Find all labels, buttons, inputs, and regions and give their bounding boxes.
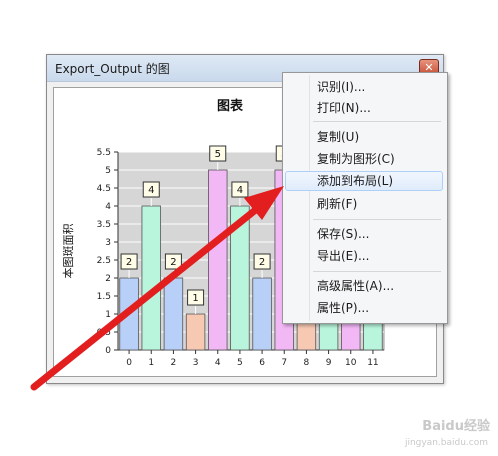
watermark-url: jingyan.baidu.com (404, 438, 488, 448)
red-arrow-annotation (30, 186, 284, 391)
arrow-shaft (30, 204, 262, 391)
watermark-logo: Baidu经验 (422, 419, 490, 434)
